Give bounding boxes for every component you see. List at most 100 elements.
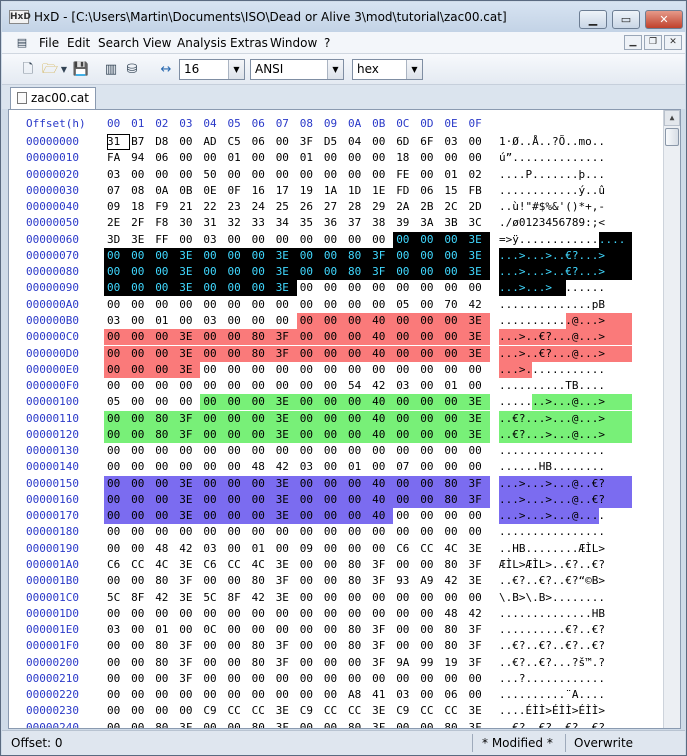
- ascii-text[interactable]: ú”..............: [499, 150, 605, 166]
- hex-byte[interactable]: 00: [300, 378, 323, 394]
- hex-byte[interactable]: 03: [300, 459, 323, 475]
- hex-byte[interactable]: CC: [420, 703, 443, 719]
- hex-byte[interactable]: 00: [444, 313, 467, 329]
- mdi-close-button[interactable]: ✕: [664, 35, 682, 50]
- hex-byte[interactable]: 00: [420, 524, 443, 540]
- hex-byte[interactable]: 00: [300, 443, 323, 459]
- hex-byte[interactable]: 42: [372, 378, 395, 394]
- hex-byte[interactable]: 00: [420, 638, 443, 654]
- hex-byte[interactable]: 80: [348, 720, 371, 728]
- hex-byte[interactable]: 22: [203, 199, 226, 215]
- hex-byte[interactable]: 00: [131, 703, 154, 719]
- hex-byte[interactable]: 00: [131, 329, 154, 345]
- hex-byte[interactable]: 00: [155, 394, 178, 410]
- new-file-icon[interactable]: 🗋: [19, 61, 37, 79]
- ascii-text[interactable]: \.B>\.B>........: [499, 590, 605, 606]
- hex-byte[interactable]: 99: [420, 655, 443, 671]
- hex-byte[interactable]: 3E: [276, 411, 299, 427]
- hex-byte[interactable]: 00: [131, 622, 154, 638]
- hex-byte[interactable]: 00: [203, 362, 226, 378]
- hex-byte[interactable]: 3E: [179, 557, 202, 573]
- hex-byte[interactable]: 00: [179, 622, 202, 638]
- hex-byte[interactable]: 00: [131, 524, 154, 540]
- hex-byte[interactable]: 80: [444, 622, 467, 638]
- hex-byte[interactable]: 35: [300, 215, 323, 231]
- menu-edit[interactable]: Edit: [67, 36, 90, 50]
- hex-byte[interactable]: 80: [444, 557, 467, 573]
- hex-byte[interactable]: A8: [348, 687, 371, 703]
- hex-byte[interactable]: FB: [469, 183, 492, 199]
- hex-byte[interactable]: 00: [300, 720, 323, 728]
- hex-byte[interactable]: 3E: [179, 492, 202, 508]
- hex-byte[interactable]: 3E: [276, 394, 299, 410]
- hex-byte[interactable]: 00: [469, 443, 492, 459]
- hex-byte[interactable]: 00: [444, 394, 467, 410]
- hex-byte[interactable]: 00: [203, 394, 226, 410]
- hex-byte[interactable]: 00: [372, 443, 395, 459]
- hex-byte[interactable]: 00: [348, 427, 371, 443]
- hex-byte[interactable]: 00: [324, 443, 347, 459]
- hex-byte[interactable]: 3E: [276, 492, 299, 508]
- charset-select[interactable]: ANSI ▼: [250, 59, 344, 80]
- hex-byte[interactable]: 00: [252, 411, 275, 427]
- hex-byte[interactable]: 3E: [469, 573, 492, 589]
- hex-byte[interactable]: 01: [300, 150, 323, 166]
- hex-byte[interactable]: 00: [300, 573, 323, 589]
- hex-byte[interactable]: 03: [107, 167, 130, 183]
- hex-byte[interactable]: 3F: [179, 427, 202, 443]
- ascii-text[interactable]: ..............HB: [499, 606, 605, 622]
- hex-byte[interactable]: 00: [324, 167, 347, 183]
- hex-byte[interactable]: 00: [444, 443, 467, 459]
- hex-byte[interactable]: 00: [276, 671, 299, 687]
- hex-byte[interactable]: 27: [324, 199, 347, 215]
- hex-byte[interactable]: 00: [179, 394, 202, 410]
- hex-byte[interactable]: 3E: [469, 427, 492, 443]
- hex-byte[interactable]: 00: [420, 606, 443, 622]
- hex-byte[interactable]: B7: [131, 134, 154, 150]
- hex-byte[interactable]: 00: [420, 557, 443, 573]
- hex-byte[interactable]: F9: [155, 199, 178, 215]
- hex-byte[interactable]: 00: [228, 459, 251, 475]
- hex-byte[interactable]: 33: [252, 215, 275, 231]
- menu-window[interactable]: Window: [270, 36, 317, 50]
- hex-byte[interactable]: 06: [252, 134, 275, 150]
- hex-byte[interactable]: 00: [131, 378, 154, 394]
- hex-byte[interactable]: 00: [372, 606, 395, 622]
- hex-byte[interactable]: 00: [179, 297, 202, 313]
- hex-byte[interactable]: 00: [324, 232, 347, 248]
- hex-byte[interactable]: 05: [107, 394, 130, 410]
- hex-byte[interactable]: 00: [203, 329, 226, 345]
- hex-byte[interactable]: 00: [131, 346, 154, 362]
- hex-byte[interactable]: 00: [348, 541, 371, 557]
- hex-byte[interactable]: 00: [203, 476, 226, 492]
- hex-byte[interactable]: 3F: [179, 655, 202, 671]
- hex-byte[interactable]: 00: [107, 427, 130, 443]
- hex-byte[interactable]: 00: [228, 264, 251, 280]
- hex-byte[interactable]: 00: [300, 313, 323, 329]
- hex-byte[interactable]: 00: [348, 346, 371, 362]
- hex-byte[interactable]: 3E: [179, 590, 202, 606]
- hex-byte[interactable]: 3F: [276, 638, 299, 654]
- ascii-text[interactable]: .......>...@...>: [499, 394, 605, 410]
- hex-byte[interactable]: 00: [348, 492, 371, 508]
- hex-byte[interactable]: 00: [372, 459, 395, 475]
- hex-byte[interactable]: 80: [155, 655, 178, 671]
- hex-byte[interactable]: 00: [203, 638, 226, 654]
- hex-byte[interactable]: 00: [203, 687, 226, 703]
- hex-byte[interactable]: 00: [155, 362, 178, 378]
- hex-byte[interactable]: 3F: [372, 557, 395, 573]
- hex-byte[interactable]: 00: [107, 720, 130, 728]
- hex-byte[interactable]: 00: [179, 687, 202, 703]
- hex-byte[interactable]: 00: [252, 394, 275, 410]
- hex-byte[interactable]: 03: [107, 622, 130, 638]
- hex-byte[interactable]: 00: [107, 573, 130, 589]
- disk-icon[interactable]: ⛁: [123, 61, 141, 79]
- ascii-text[interactable]: ................: [499, 443, 605, 459]
- hex-byte[interactable]: 80: [348, 557, 371, 573]
- hex-byte[interactable]: 01: [155, 313, 178, 329]
- hex-byte[interactable]: 00: [396, 622, 419, 638]
- hex-byte[interactable]: 0C: [203, 622, 226, 638]
- hex-byte[interactable]: 00: [228, 313, 251, 329]
- hex-byte[interactable]: 00: [203, 248, 226, 264]
- hex-byte[interactable]: 42: [444, 573, 467, 589]
